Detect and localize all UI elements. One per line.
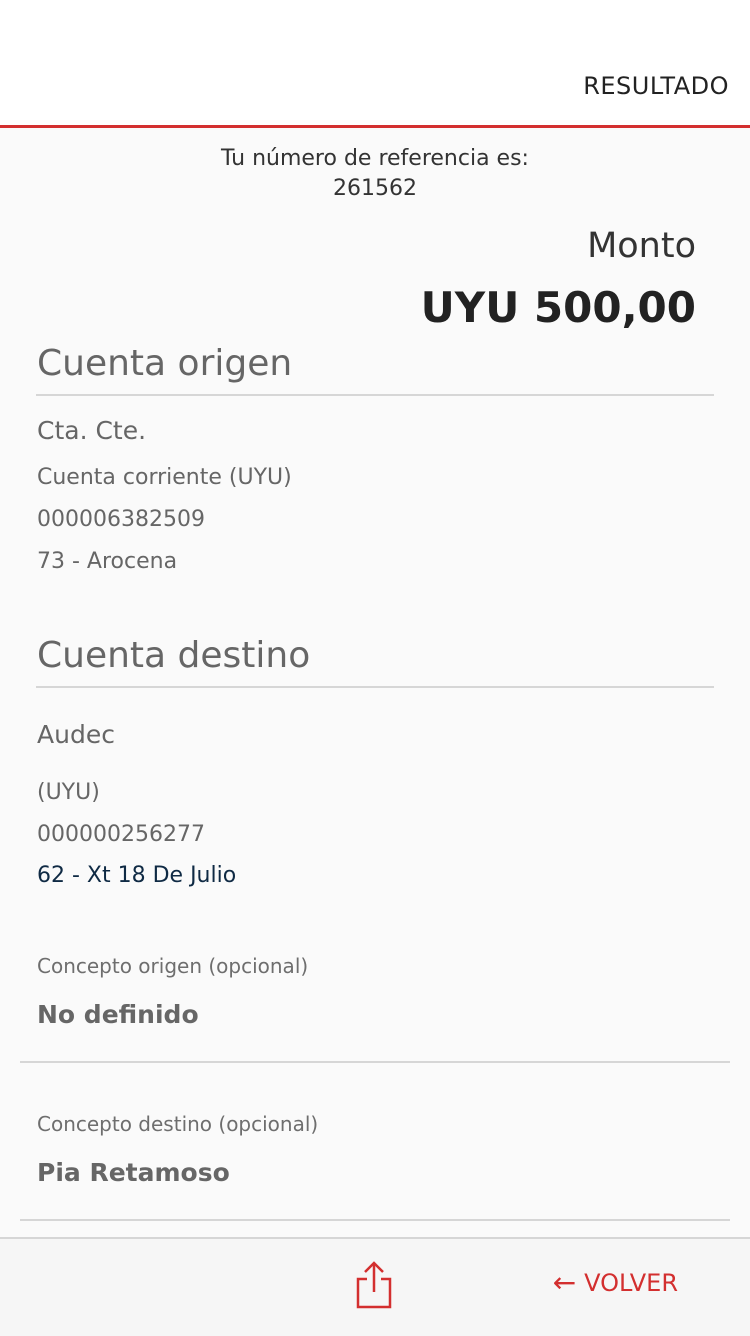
destination-account-currency: (UYU) (37, 780, 100, 805)
amount-value: UYU 500,00 (420, 283, 696, 332)
origin-account-title: Cuenta origen (37, 343, 293, 384)
reference-label: Tu número de referencia es: (221, 146, 529, 171)
origin-account-divider (36, 394, 714, 396)
concept-destination-divider (20, 1219, 730, 1221)
header-divider (0, 125, 750, 128)
back-button[interactable]: ← VOLVER (552, 1266, 678, 1299)
concept-destination-value: Pia Retamoso (37, 1158, 230, 1187)
destination-account-divider (36, 686, 714, 688)
origin-account-branch: 73 - Arocena (37, 549, 178, 574)
share-button[interactable] (352, 1259, 396, 1311)
amount-label: Monto (587, 226, 696, 266)
share-icon (356, 1261, 392, 1309)
bottom-action-bar: ← VOLVER (0, 1237, 750, 1336)
destination-account-branch: 62 - Xt 18 De Julio (37, 863, 237, 888)
destination-account-title: Cuenta destino (37, 635, 311, 676)
concept-origin-label: Concepto origen (opcional) (37, 954, 309, 978)
origin-account-number: 000006382509 (37, 507, 205, 532)
header-bar: RESULTADO (0, 0, 750, 125)
concept-destination-label: Concepto destino (opcional) (37, 1112, 319, 1136)
reference-block: Tu número de referencia es: 261562 (0, 144, 750, 204)
back-button-label: VOLVER (584, 1269, 678, 1297)
destination-account-name: Audec (37, 720, 115, 749)
concept-origin-divider (20, 1061, 730, 1063)
arrow-left-icon: ← (552, 1266, 577, 1299)
page-title: RESULTADO (583, 72, 729, 100)
origin-account-type: Cta. Cte. (37, 416, 147, 445)
reference-number: 261562 (333, 176, 417, 201)
concept-origin-value: No definido (37, 1000, 199, 1029)
destination-account-number: 000000256277 (37, 822, 205, 847)
origin-account-description: Cuenta corriente (UYU) (37, 465, 292, 490)
